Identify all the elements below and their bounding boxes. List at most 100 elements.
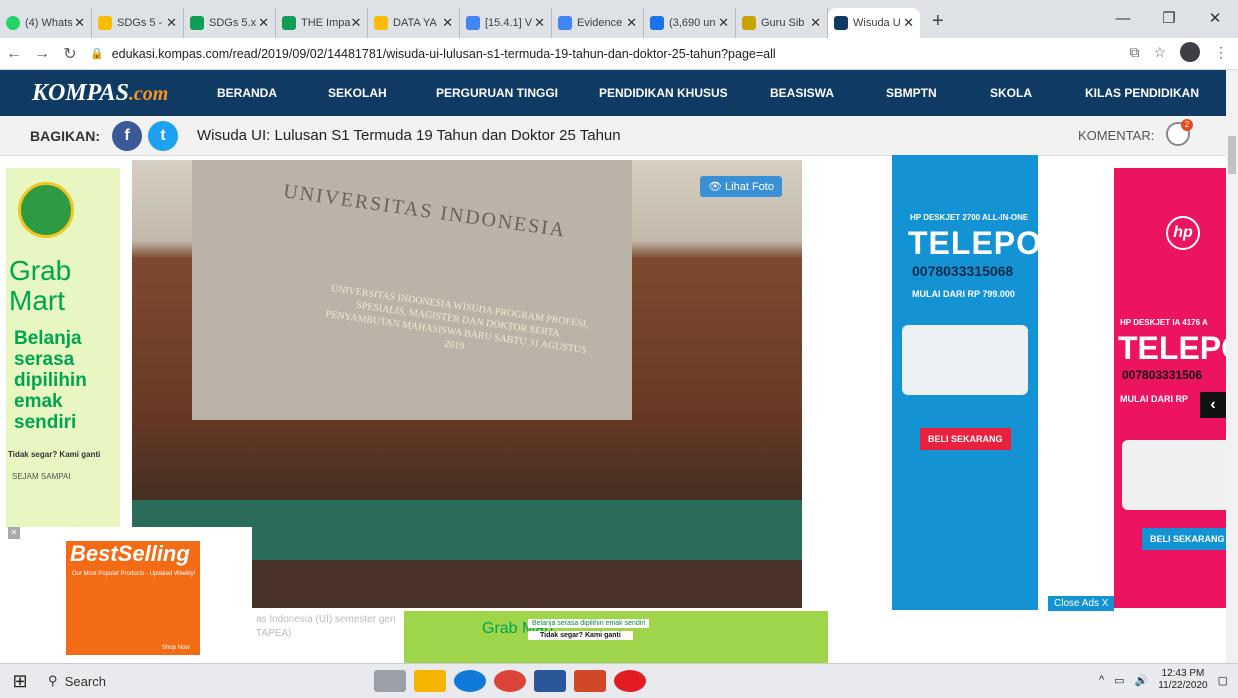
hp-logo-icon: hp bbox=[1166, 216, 1200, 250]
file-explorer-icon[interactable] bbox=[414, 670, 446, 692]
powerpoint-icon[interactable] bbox=[574, 670, 606, 692]
tab-15-4-1[interactable]: [15.4.1] V ✕ bbox=[460, 8, 552, 38]
drive-icon bbox=[98, 16, 112, 30]
forward-icon[interactable]: → bbox=[28, 45, 56, 63]
system-tray: ^ ▭ 🔊 12:43 PM 11/22/2020 ▢ bbox=[1099, 668, 1228, 692]
close-icon[interactable]: ✕ bbox=[8, 527, 20, 539]
nav-item-pendidikan-khusus[interactable]: PENDIDIKAN KHUSUS bbox=[599, 86, 728, 100]
close-icon[interactable]: ✕ bbox=[534, 15, 545, 31]
nav-item-skola[interactable]: SKOLA bbox=[990, 86, 1032, 100]
sheets-icon bbox=[190, 16, 204, 30]
nav-item-perguruan-tinggi[interactable]: PERGURUAN TINGGI bbox=[436, 86, 558, 100]
lock-icon: 🔒 bbox=[90, 48, 104, 60]
printer-image bbox=[1122, 440, 1226, 510]
ad-tagline: Tidak segar? Kami ganti bbox=[528, 631, 633, 640]
windows-start-icon[interactable]: ⊞ bbox=[0, 671, 40, 692]
view-photo-button[interactable]: 👁 Lihat Foto bbox=[700, 176, 782, 197]
ad-phone: 0078033315068 bbox=[912, 263, 1014, 279]
menu-icon[interactable]: ⋮ bbox=[1214, 44, 1228, 61]
tab-wisuda[interactable]: Wisuda U ✕ bbox=[828, 8, 920, 38]
close-icon[interactable]: ✕ bbox=[166, 15, 177, 31]
ad-model: HP DESKJET IA 4176 A bbox=[1120, 318, 1208, 327]
star-icon[interactable]: ☆ bbox=[1153, 44, 1166, 61]
buy-now-button[interactable]: BELI SEKARANG bbox=[920, 428, 1011, 450]
scroll-thumb[interactable] bbox=[1228, 136, 1236, 174]
reload-icon[interactable]: ↻ bbox=[56, 44, 84, 64]
whatsapp-icon bbox=[6, 16, 20, 30]
nav-item-beranda[interactable]: BERANDA bbox=[217, 86, 277, 100]
clock[interactable]: 12:43 PM 11/22/2020 bbox=[1158, 668, 1207, 692]
share-bar: BAGIKAN: f t Wisuda UI: Lulusan S1 Termu… bbox=[0, 116, 1226, 156]
restore-icon[interactable]: ❐ bbox=[1146, 0, 1192, 38]
close-icon[interactable]: ✕ bbox=[810, 15, 821, 31]
notification-icon[interactable]: ▢ bbox=[1218, 674, 1228, 687]
nav-item-sbmptn[interactable]: SBMPTN bbox=[886, 86, 937, 100]
ad-headline: TELEPON bbox=[908, 225, 1067, 261]
taskbar-search[interactable]: ⚲ Search bbox=[40, 673, 370, 689]
close-ads-button[interactable]: Close Ads X bbox=[1048, 596, 1115, 611]
tab-whatsapp[interactable]: (4) Whats ✕ bbox=[0, 8, 92, 38]
tab-guru-sib[interactable]: Guru Sib ✕ bbox=[736, 8, 828, 38]
ad-brand: Grab Mart bbox=[9, 255, 72, 316]
chevron-up-icon[interactable]: ^ bbox=[1099, 674, 1104, 686]
hp-side-ad[interactable]: hp HP DESKJET IA 4176 A TELEPO 007803331… bbox=[1114, 168, 1226, 608]
twitter-icon[interactable]: t bbox=[148, 121, 178, 151]
close-icon[interactable]: ✕ bbox=[258, 15, 269, 31]
kompas-icon bbox=[834, 16, 848, 30]
shop-now-link[interactable]: Shop Now bbox=[162, 645, 190, 651]
word-icon[interactable] bbox=[534, 670, 566, 692]
back-icon[interactable]: ← bbox=[0, 45, 28, 63]
chevron-left-icon[interactable]: ‹ bbox=[1200, 392, 1226, 418]
bestselling-ad[interactable]: ✕ BestSelling Our Most Popular Products … bbox=[8, 527, 252, 662]
photo-caption: as Indonesia (UI) semester gen bbox=[256, 614, 396, 625]
close-icon[interactable]: ✕ bbox=[718, 15, 729, 31]
tab-evidence[interactable]: Evidence ✕ bbox=[552, 8, 644, 38]
share-label: BAGIKAN: bbox=[30, 128, 100, 144]
sheets-icon bbox=[282, 16, 296, 30]
facebook-icon[interactable]: f bbox=[112, 121, 142, 151]
window-controls: — ❐ ✕ bbox=[1100, 0, 1238, 38]
nav-item-beasiswa[interactable]: BEASISWA bbox=[770, 86, 834, 100]
translate-icon[interactable]: ⧉ bbox=[1129, 44, 1139, 61]
tab-sdgs5[interactable]: SDGs 5 - ✕ bbox=[92, 8, 184, 38]
grabmart-banner-ad[interactable]: Grab Mart Belanja serasa dipilihin emak … bbox=[404, 611, 828, 663]
volume-icon[interactable]: 🔊 bbox=[1135, 674, 1149, 687]
buy-now-button[interactable]: BELI SEKARANG bbox=[1142, 528, 1226, 550]
hall-floor bbox=[232, 560, 802, 608]
battery-icon[interactable]: ▭ bbox=[1114, 674, 1124, 687]
url-field[interactable]: 🔒 edukasi.kompas.com/read/2019/09/02/1448… bbox=[90, 47, 776, 61]
docs-icon bbox=[466, 16, 480, 30]
edge-icon[interactable] bbox=[454, 670, 486, 692]
page-scrollbar[interactable] bbox=[1226, 70, 1238, 663]
close-window-icon[interactable]: ✕ bbox=[1192, 0, 1238, 38]
site-logo[interactable]: KOMPAS.com bbox=[32, 80, 184, 107]
close-icon[interactable]: ✕ bbox=[903, 15, 914, 31]
tab-sdgs5x[interactable]: SDGs 5.x ✕ bbox=[184, 8, 276, 38]
hp-printer-ad[interactable]: HP DESKJET 2700 ALL-IN-ONE TELEPON 00780… bbox=[892, 155, 1065, 610]
tab-mail[interactable]: (3,690 un ✕ bbox=[644, 8, 736, 38]
mail-icon bbox=[650, 16, 664, 30]
close-icon[interactable]: ✕ bbox=[74, 15, 85, 31]
ad-model: HP DESKJET 2700 ALL-IN-ONE bbox=[910, 213, 1029, 222]
ad-slogan: Belanja serasa dipilihin emak sendiri bbox=[528, 619, 650, 628]
ad-tagline: Tidak segar? Kami ganti bbox=[8, 450, 101, 459]
tab-data[interactable]: DATA YA ✕ bbox=[368, 8, 460, 38]
article-title: Wisuda UI: Lulusan S1 Termuda 19 Tahun d… bbox=[197, 127, 621, 144]
avatar[interactable] bbox=[1180, 42, 1200, 62]
ad-phone: 007803331506 bbox=[1122, 368, 1203, 382]
nav-item-kilas-pendidikan[interactable]: KILAS PENDIDIKAN bbox=[1085, 86, 1199, 100]
grabmart-side-ad[interactable]: Grab Mart Belanja serasa dipilihin emak s… bbox=[6, 168, 120, 528]
minimize-icon[interactable]: — bbox=[1100, 0, 1146, 38]
close-icon[interactable]: ✕ bbox=[351, 15, 362, 31]
ad-box: BestSelling Our Most Popular Products - … bbox=[66, 541, 200, 655]
close-icon[interactable]: ✕ bbox=[442, 15, 453, 31]
nav-item-sekolah[interactable]: SEKOLAH bbox=[328, 86, 387, 100]
new-tab-button[interactable]: + bbox=[932, 10, 944, 33]
ad-seal-icon bbox=[18, 182, 74, 238]
chrome-icon[interactable] bbox=[494, 670, 526, 692]
site-nav: KOMPAS.com BERANDA SEKOLAH PERGURUAN TIN… bbox=[0, 70, 1226, 116]
app-icon[interactable] bbox=[614, 670, 646, 692]
tab-the-impact[interactable]: THE Impa ✕ bbox=[276, 8, 368, 38]
task-view-icon[interactable] bbox=[374, 670, 406, 692]
close-icon[interactable]: ✕ bbox=[626, 15, 637, 31]
